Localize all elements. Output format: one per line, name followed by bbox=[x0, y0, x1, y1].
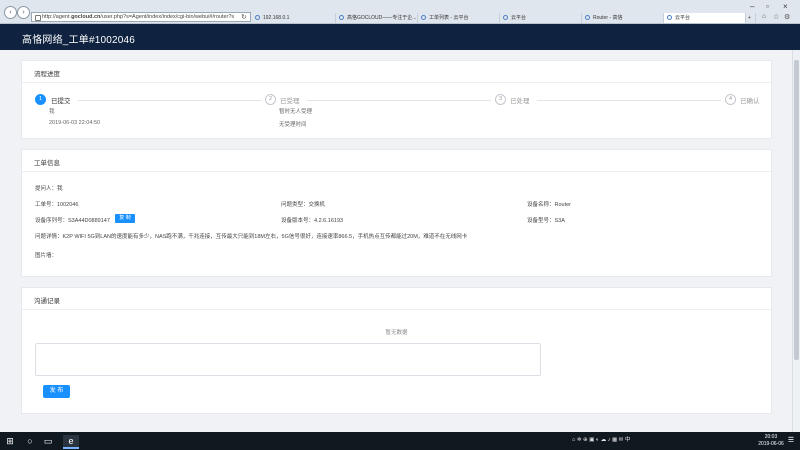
image-wall-label: 图片墙： bbox=[35, 253, 58, 259]
step-4-label: 已确认 bbox=[740, 98, 760, 105]
scrollbar-thumb[interactable] bbox=[794, 60, 799, 360]
problem-type-field: 问题类型：交换机 bbox=[281, 202, 326, 208]
tab-cloud[interactable]: 云平台 bbox=[500, 13, 582, 23]
device-name-field: 设备名称：Router bbox=[527, 202, 572, 208]
card-header: 沟通记录 bbox=[22, 288, 771, 310]
card-title: 流程进度 bbox=[34, 71, 60, 78]
forward-icon[interactable]: › bbox=[17, 6, 30, 19]
tab-ticket-list[interactable]: 工单列表 - 云平台 bbox=[418, 13, 500, 23]
app-header: 高恪网络_工单#1002046 bbox=[0, 24, 800, 50]
page-icon bbox=[503, 15, 508, 20]
maximize-icon[interactable]: ▫ bbox=[766, 2, 769, 11]
tray-icons[interactable]: ⌂ ✲ ⊕ ▣ ◐ ☁ ♪ ▦ ✉ 中 bbox=[572, 435, 630, 443]
step-1-label: 已提交 bbox=[51, 98, 71, 105]
tab-label: 云平台 bbox=[511, 15, 527, 21]
url-rest: /user.php?s=Agent/index/index/cgi-bin/we… bbox=[100, 14, 235, 20]
tab-label: 高恪GOCLOUD——专注于企... bbox=[347, 15, 417, 21]
card-header: 工单信息 bbox=[22, 150, 771, 172]
clock-date: 2019-06-06 bbox=[758, 440, 784, 447]
windows-taskbar: ⊞ ○ ▭ e ⌂ ✲ ⊕ ▣ ◐ ☁ ♪ ▦ ✉ 中 20:03 2019-0… bbox=[0, 432, 800, 450]
step-connector bbox=[78, 100, 262, 101]
model-field: 设备型号：S3A bbox=[527, 218, 565, 224]
card-header: 流程进度 bbox=[22, 61, 771, 83]
home-icon[interactable]: ⌂ bbox=[762, 13, 766, 20]
step-2-actor: 暂时无人受理 bbox=[279, 109, 313, 115]
serial-field: 设备序列号：S3A44D0889147 bbox=[35, 218, 110, 224]
tab-label: 云平台 bbox=[675, 15, 691, 21]
page-scrollbar[interactable] bbox=[792, 50, 800, 432]
step-connector bbox=[307, 100, 491, 101]
page-icon bbox=[421, 15, 426, 20]
browser-titlebar: ‹ › http://agent.gocloud.cn/user.php?s=A… bbox=[0, 0, 800, 24]
page-icon bbox=[667, 15, 672, 20]
tab-router-ip[interactable]: 192.168.0.1 bbox=[252, 13, 336, 23]
step-3-label: 已处理 bbox=[510, 98, 530, 105]
page-icon bbox=[255, 15, 260, 20]
problem-detail-field: 问题详情：K2P WIFI 5G到LAN的速度能有多少，NAS跑不满，千兆连接，… bbox=[35, 234, 468, 240]
step-2-time: 无受理时间 bbox=[279, 122, 307, 128]
card-title: 工单信息 bbox=[34, 160, 60, 167]
version-field: 设备版本号：4.2.6.16193 bbox=[281, 218, 344, 224]
search-icon[interactable]: ○ bbox=[24, 435, 36, 447]
url-domain: gocloud.cn bbox=[71, 14, 101, 20]
submitter-field: 提问人：我 bbox=[35, 186, 63, 192]
copy-serial-button[interactable]: 复 制 bbox=[115, 214, 135, 223]
step-2-label: 已受理 bbox=[280, 98, 300, 105]
step-1-icon: 1 bbox=[35, 94, 46, 105]
card-title: 沟通记录 bbox=[34, 298, 60, 305]
progress-card: 流程进度 1 已提交 我 2019-06-03 22:04:50 2 已受理 暂… bbox=[21, 60, 772, 139]
page-icon bbox=[339, 15, 344, 20]
tab-gocloud[interactable]: 高恪GOCLOUD——专注于企... bbox=[336, 13, 418, 23]
publish-button[interactable]: 发 布 bbox=[43, 385, 70, 398]
task-view-icon[interactable]: ▭ bbox=[42, 435, 54, 447]
step-3-icon: 3 bbox=[495, 94, 506, 105]
ticket-number-field: 工单号：1002046 bbox=[35, 202, 79, 208]
page-title: 高恪网络_工单#1002046 bbox=[22, 35, 136, 46]
taskbar-clock[interactable]: 20:03 2019-06-06 bbox=[757, 434, 785, 447]
step-1-actor: 我 bbox=[49, 109, 55, 115]
ie-browser-icon[interactable]: e bbox=[63, 435, 79, 449]
lock-icon bbox=[35, 15, 41, 21]
reply-textarea[interactable] bbox=[35, 343, 541, 376]
communication-card: 沟通记录 暂无数据 发 布 bbox=[21, 287, 772, 414]
step-1-time: 2019-06-03 22:04:50 bbox=[49, 120, 101, 126]
tab-label: 192.168.0.1 bbox=[263, 15, 290, 21]
ticket-info-card: 工单信息 提问人：我 工单号：1002046 问题类型：交换机 设备名称：Rou… bbox=[21, 149, 772, 277]
step-connector bbox=[537, 100, 721, 101]
url-prefix: http://agent. bbox=[42, 14, 72, 20]
address-bar[interactable]: http://agent.gocloud.cn/user.php?s=Agent… bbox=[31, 12, 251, 22]
page-icon bbox=[585, 15, 590, 20]
empty-state-text: 暂无数据 bbox=[385, 330, 408, 336]
tab-router[interactable]: Router - 高恪 bbox=[582, 13, 664, 23]
close-icon[interactable]: × bbox=[783, 2, 788, 11]
minimize-icon[interactable]: – bbox=[750, 2, 754, 11]
tab-label: 工单列表 - 云平台 bbox=[429, 15, 469, 21]
refresh-icon[interactable]: ↻ bbox=[241, 13, 247, 21]
new-tab-button[interactable]: + bbox=[746, 13, 756, 23]
gear-icon[interactable]: ⚙ bbox=[784, 13, 790, 21]
notification-icon[interactable]: ☰ bbox=[786, 435, 796, 447]
windows-start-icon[interactable]: ⊞ bbox=[4, 435, 16, 447]
step-4-icon: 4 bbox=[725, 94, 736, 105]
star-icon[interactable]: ☆ bbox=[773, 13, 779, 21]
back-icon[interactable]: ‹ bbox=[4, 6, 17, 19]
tab-label: Router - 高恪 bbox=[593, 15, 623, 21]
tab-cloud-active[interactable]: 云平台 bbox=[664, 13, 746, 23]
step-2-icon: 2 bbox=[265, 94, 276, 105]
